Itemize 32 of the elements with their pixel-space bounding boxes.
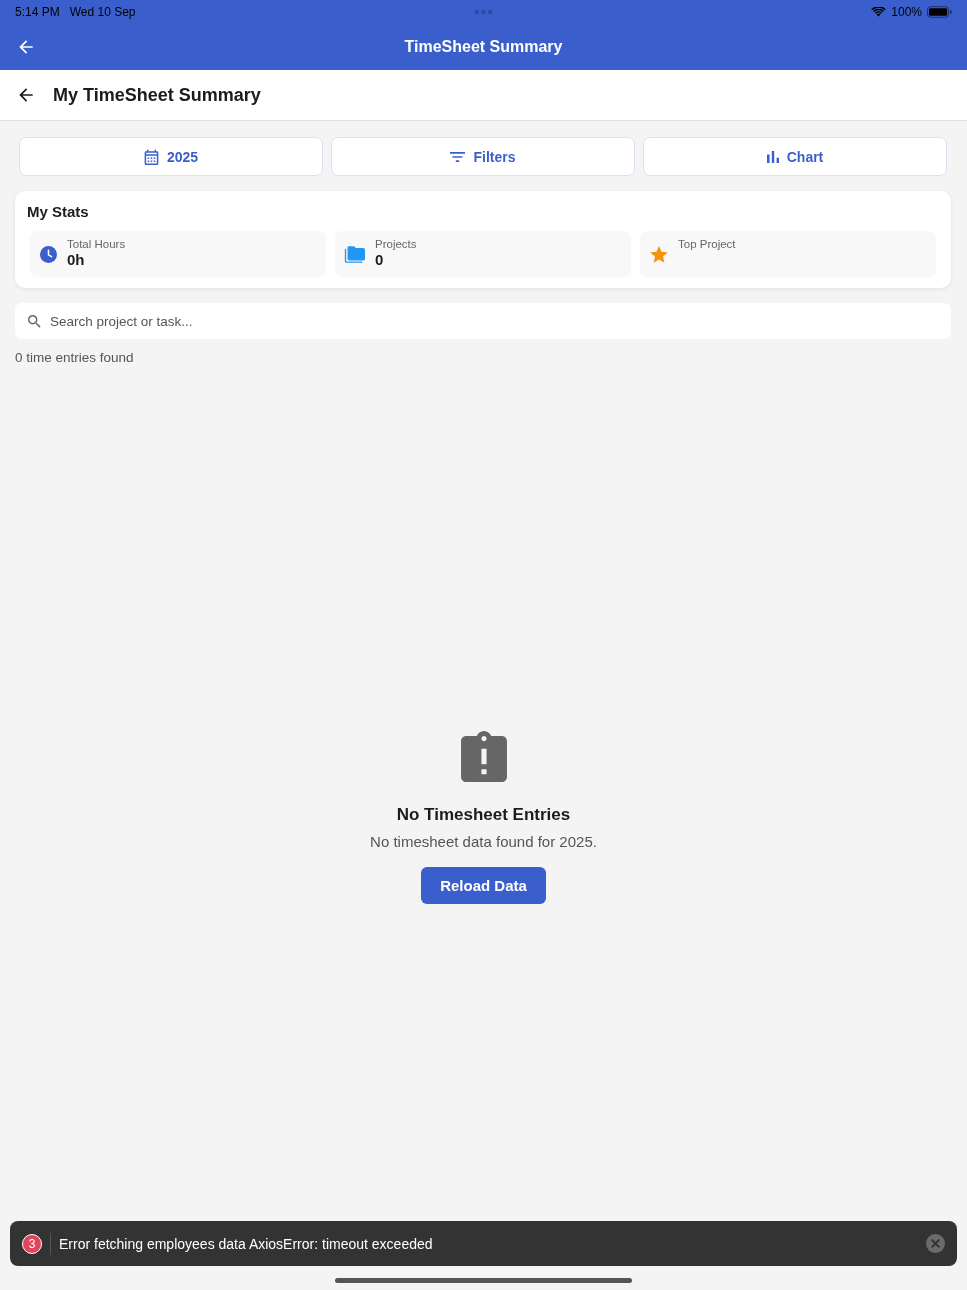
empty-state-message: No timesheet data found for 2025.	[370, 833, 597, 850]
status-date: Wed 10 Sep	[69, 5, 136, 19]
dots-icon	[474, 9, 493, 15]
stat-label: Projects	[375, 238, 417, 250]
clock-icon	[40, 245, 57, 263]
close-button[interactable]	[926, 1234, 945, 1253]
reload-data-button[interactable]: Reload Data	[421, 867, 546, 904]
battery-percentage: 100%	[891, 5, 922, 19]
bar-chart-icon	[766, 150, 779, 163]
battery-icon	[927, 6, 952, 18]
filters-button[interactable]: Filters	[331, 137, 635, 176]
error-message: Error fetching employees data AxiosError: timeout exceeded	[59, 1235, 434, 1252]
empty-state-title: No Timesheet Entries	[396, 805, 571, 825]
folders-icon	[343, 244, 365, 264]
calendar-icon	[143, 148, 159, 165]
search-field[interactable]: Search project or task...	[15, 303, 951, 339]
chart-button[interactable]: Chart	[643, 137, 947, 176]
wifi-icon	[871, 6, 887, 18]
search-icon	[28, 314, 41, 328]
year-button[interactable]: 2025	[19, 137, 323, 176]
error-count-badge: 3	[22, 1233, 42, 1254]
page-title: My TimeSheet Summary	[53, 84, 261, 106]
result-count: 0 time entries found	[15, 350, 134, 365]
stat-label: Top Project	[678, 238, 736, 250]
star-icon	[650, 245, 668, 263]
stats-title: My Stats	[27, 203, 89, 220]
clipboard-alert-icon	[460, 731, 507, 782]
stat-label: Total Hours	[67, 238, 126, 250]
stat-value: 0h	[67, 251, 86, 268]
app-bar-title: TimeSheet Summary	[404, 38, 563, 56]
stat-value: 0	[375, 251, 385, 268]
status-time: 5:14 PM	[15, 5, 60, 19]
